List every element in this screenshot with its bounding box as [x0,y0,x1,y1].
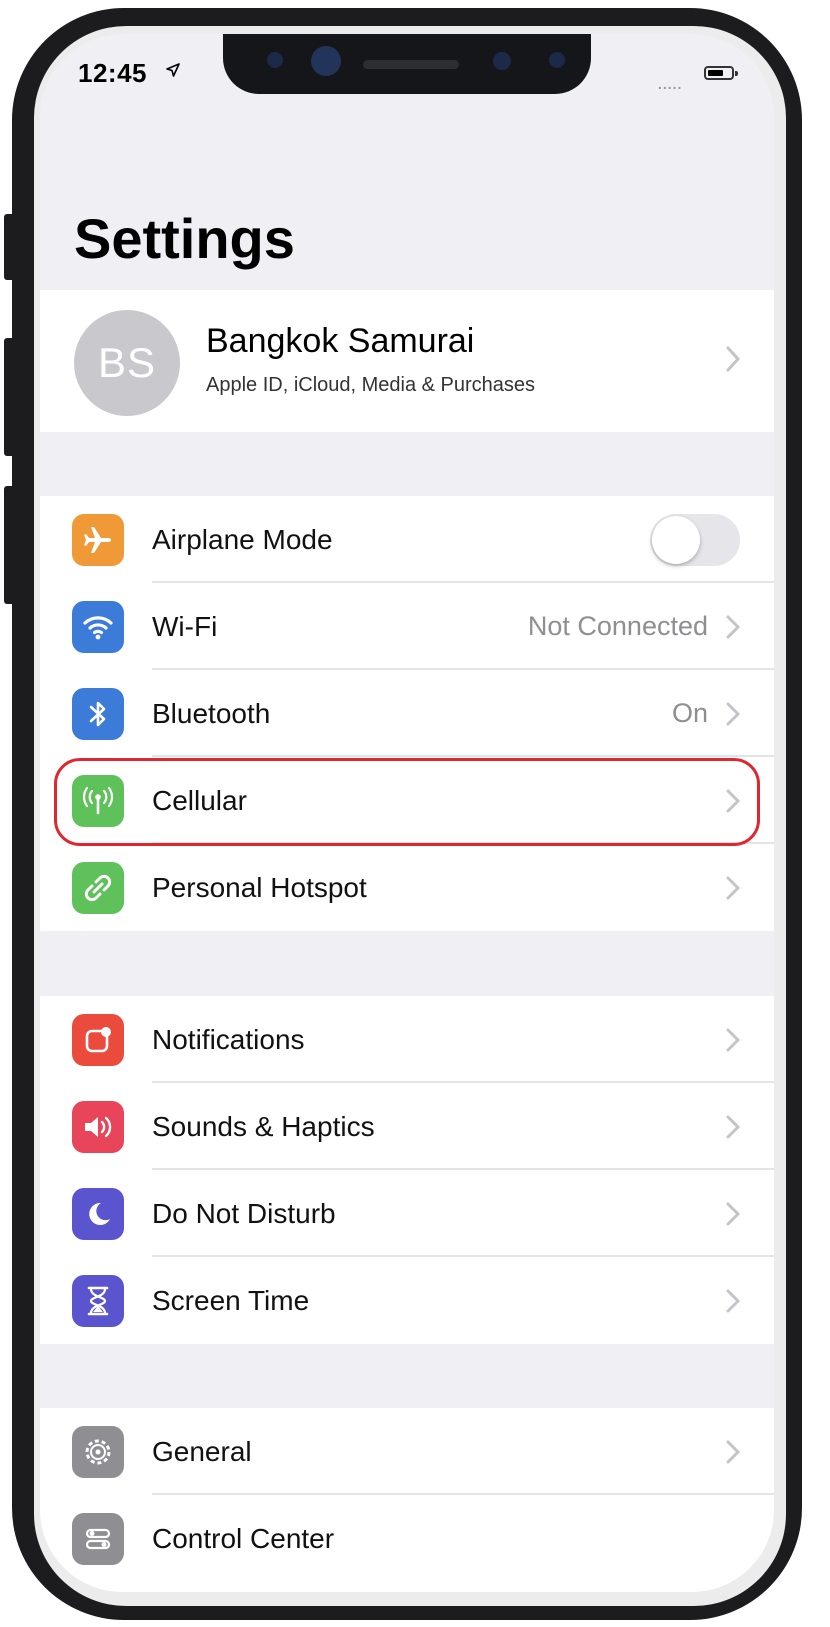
volume-up-button [4,338,16,456]
profile-name: Bangkok Samurai [206,322,475,360]
settings-row-notifications[interactable]: Notifications [40,996,774,1083]
page-title: Settings [74,207,295,270]
hotspot-icon [72,862,124,914]
sensor-dot [493,52,511,70]
chevron-right-icon [726,346,740,372]
settings-row-bluetooth[interactable]: Bluetooth On [40,670,774,757]
notch [223,34,591,94]
airplane-icon [72,514,124,566]
hourglass-icon [72,1275,124,1327]
gear-icon [72,1426,124,1478]
control-center-icon [72,1513,124,1565]
settings-row-general[interactable]: General [40,1408,774,1495]
row-label: Do Not Disturb [152,1198,336,1229]
sensor-dot [549,52,565,68]
location-arrow-icon [166,63,180,77]
notifications-icon [72,1014,124,1066]
volume-down-button [4,486,16,604]
earpiece-speaker [363,60,459,69]
row-label: Notifications [152,1024,305,1055]
bluetooth-icon [72,688,124,740]
chevron-right-icon [726,615,740,639]
chevron-right-icon [726,702,740,726]
row-label: Airplane Mode [152,524,333,555]
front-camera [311,46,341,76]
wifi-icon [72,601,124,653]
cellular-highlight-outline [54,758,760,846]
settings-row-do-not-disturb[interactable]: Do Not Disturb [40,1170,774,1257]
bluetooth-status-value: On [671,698,708,728]
chevron-right-icon [726,1440,740,1464]
chevron-right-icon [726,1289,740,1313]
status-time: 12:45 [78,58,147,88]
signal-strength-icon: ..... [658,76,683,92]
row-label: Wi-Fi [152,611,218,642]
connectivity-group: Airplane Mode Wi-Fi Not Connected Blueto… [40,496,774,931]
sensor-dot [267,52,283,68]
settings-row-screen-time[interactable]: Screen Time [40,1257,774,1344]
chevron-right-icon [726,1028,740,1052]
chevron-right-icon [726,1202,740,1226]
row-label: Screen Time [152,1285,310,1316]
airplane-mode-toggle[interactable] [650,514,740,566]
settings-row-personal-hotspot[interactable]: Personal Hotspot [40,844,774,931]
row-label: Personal Hotspot [152,872,367,903]
row-label: Control Center [152,1523,335,1554]
speaker-icon [72,1101,124,1153]
settings-row-wifi[interactable]: Wi-Fi Not Connected [40,583,774,670]
chevron-right-icon [726,876,740,900]
row-label: Sounds & Haptics [152,1111,375,1142]
profile-subtitle: Apple ID, iCloud, Media & Purchases [206,374,536,396]
settings-row-sounds-haptics[interactable]: Sounds & Haptics [40,1083,774,1170]
apple-id-profile-row[interactable]: BS Bangkok Samurai Apple ID, iCloud, Med… [40,290,774,432]
wifi-status-value: Not Connected [527,611,708,641]
general-group: General Control Center [40,1408,774,1592]
mute-switch [4,214,16,280]
row-label: Bluetooth [152,698,271,729]
screen: 12:45 ..... Settings BS Bangkok Samurai … [40,34,774,1592]
chevron-right-icon [726,1115,740,1139]
avatar: BS [74,310,180,416]
alerts-group: Notifications Sounds & Haptics Do Not Di… [40,996,774,1344]
battery-icon [704,66,738,80]
settings-row-airplane-mode[interactable]: Airplane Mode [40,496,774,583]
row-label: General [152,1436,252,1467]
settings-row-control-center[interactable]: Control Center [40,1495,774,1582]
moon-icon [72,1188,124,1240]
